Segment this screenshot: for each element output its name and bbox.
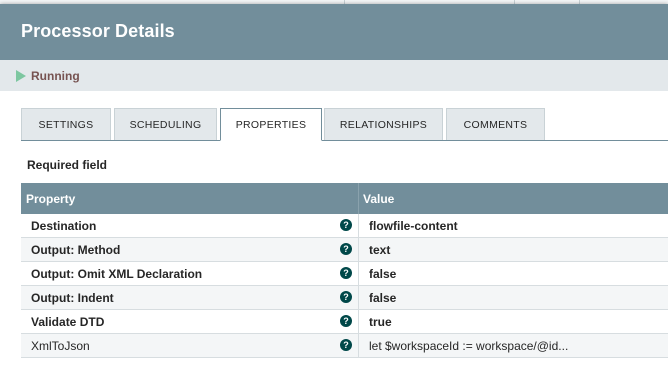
property-value[interactable]: true	[369, 315, 392, 329]
property-name: Validate DTD	[31, 315, 105, 329]
required-field-label: Required field	[27, 158, 108, 172]
column-separator	[358, 286, 359, 310]
processor-details-dialog: Processor Details Running SETTINGS SCHED…	[0, 4, 668, 378]
tab-comments[interactable]: COMMENTS	[446, 108, 545, 140]
table-row[interactable]: Destination ? flowfile-content	[21, 214, 668, 238]
tab-settings[interactable]: SETTINGS	[21, 108, 111, 140]
help-icon[interactable]: ?	[340, 219, 352, 231]
table-row[interactable]: Validate DTD ? true	[21, 310, 668, 334]
tab-properties[interactable]: PROPERTIES	[220, 108, 322, 141]
play-icon	[16, 70, 26, 82]
property-name: XmlToJson	[31, 339, 90, 353]
help-icon[interactable]: ?	[340, 291, 352, 303]
column-separator	[358, 214, 359, 238]
table-row[interactable]: XmlToJson ? let $workspaceId := workspac…	[21, 334, 668, 358]
table-row[interactable]: Output: Method ? text	[21, 238, 668, 262]
column-separator	[358, 310, 359, 334]
property-value[interactable]: let $workspaceId := workspace/@id...	[369, 339, 568, 353]
properties-table: Property Value Destination ? flowfile-co…	[21, 183, 668, 358]
tab-scheduling[interactable]: SCHEDULING	[114, 108, 217, 140]
dialog-header: Processor Details	[0, 4, 668, 60]
property-name: Output: Indent	[31, 291, 114, 305]
help-icon[interactable]: ?	[340, 315, 352, 327]
table-row[interactable]: Output: Indent ? false	[21, 286, 668, 310]
dialog-title: Processor Details	[21, 21, 175, 41]
tabs-divider	[21, 140, 668, 141]
property-value[interactable]: text	[369, 243, 390, 257]
property-name: Destination	[31, 219, 97, 233]
column-separator	[358, 262, 359, 286]
help-icon[interactable]: ?	[340, 339, 352, 351]
property-name: Output: Method	[31, 243, 121, 257]
tab-relationships[interactable]: RELATIONSHIPS	[324, 108, 443, 140]
property-value[interactable]: false	[369, 291, 396, 305]
help-icon[interactable]: ?	[340, 267, 352, 279]
column-separator	[358, 238, 359, 262]
table-header: Property Value	[21, 183, 668, 214]
property-name: Output: Omit XML Declaration	[31, 267, 203, 281]
column-separator	[358, 183, 359, 214]
property-value[interactable]: false	[369, 267, 396, 281]
status-bar: Running	[0, 60, 668, 91]
run-status-text: Running	[31, 69, 80, 83]
column-header-value[interactable]: Value	[363, 192, 394, 206]
column-header-property[interactable]: Property	[26, 192, 75, 206]
table-row[interactable]: Output: Omit XML Declaration ? false	[21, 262, 668, 286]
help-icon[interactable]: ?	[340, 243, 352, 255]
column-separator	[358, 334, 359, 358]
property-value[interactable]: flowfile-content	[369, 219, 458, 233]
